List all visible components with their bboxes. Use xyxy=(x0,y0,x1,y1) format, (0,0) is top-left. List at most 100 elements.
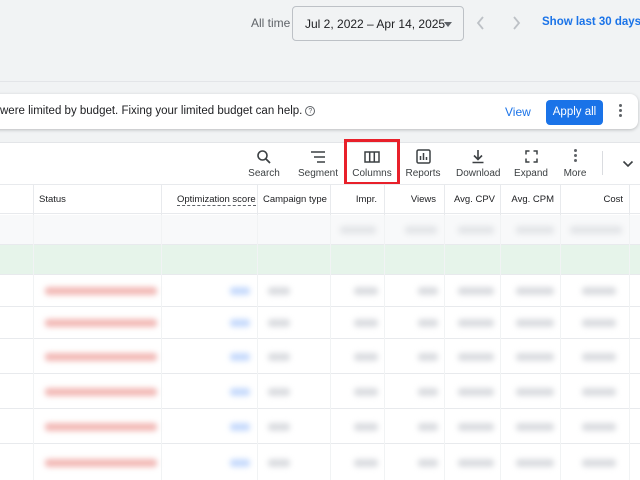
blurred-metric-value xyxy=(354,423,378,431)
cell-divider xyxy=(161,339,162,374)
table-row[interactable] xyxy=(0,409,640,444)
cell-divider xyxy=(500,339,501,374)
cell-divider xyxy=(161,409,162,444)
cell-divider xyxy=(330,409,331,444)
table-total-row[interactable] xyxy=(0,215,640,245)
reports-icon xyxy=(415,149,431,164)
cell-divider xyxy=(33,374,34,409)
blurred-metric-value xyxy=(268,423,290,431)
cell-divider xyxy=(257,339,258,374)
view-button[interactable]: View xyxy=(505,105,531,119)
columns-highlight-box xyxy=(344,139,400,185)
table-row[interactable] xyxy=(0,275,640,307)
cell-divider xyxy=(33,444,34,480)
cell-divider xyxy=(161,245,162,275)
blurred-metric-value xyxy=(516,287,554,295)
cell-divider xyxy=(384,339,385,374)
header-avg-cpv[interactable]: Avg. CPV xyxy=(444,185,495,215)
cell-divider xyxy=(257,307,258,339)
segment-button[interactable]: Segment xyxy=(297,148,339,179)
blurred-metric-value xyxy=(418,388,438,396)
optimization-score-label: Optimization score xyxy=(177,194,256,206)
cell-divider xyxy=(629,245,630,275)
download-icon xyxy=(472,150,484,164)
table-row[interactable] xyxy=(0,374,640,409)
cell-divider xyxy=(444,275,445,307)
date-range-value: Jul 2, 2022 – Apr 14, 2025 xyxy=(305,16,446,31)
cell-divider xyxy=(629,307,630,339)
cell-divider xyxy=(330,374,331,409)
blurred-metric-value xyxy=(582,423,616,431)
cell-divider xyxy=(384,374,385,409)
blurred-metric-value xyxy=(418,459,438,467)
table-row[interactable] xyxy=(0,339,640,374)
more-button[interactable]: More xyxy=(562,148,588,179)
cell-divider xyxy=(444,409,445,444)
chevron-left-icon[interactable] xyxy=(474,14,488,32)
blurred-metric-value xyxy=(268,388,290,396)
blurred-total-value xyxy=(458,226,494,234)
table-row[interactable] xyxy=(0,444,640,480)
blurred-metric-value xyxy=(458,423,494,431)
blurred-status-value xyxy=(45,423,157,431)
blurred-metric-value xyxy=(354,353,378,361)
blurred-metric-value xyxy=(418,287,438,295)
blurred-metric-value xyxy=(516,459,554,467)
cell-divider xyxy=(33,245,34,275)
header-avg-cpm[interactable]: Avg. CPM xyxy=(500,185,554,215)
cell-divider xyxy=(257,275,258,307)
download-button[interactable]: Download xyxy=(456,148,500,179)
cell-divider xyxy=(444,245,445,275)
header-optimization-score[interactable]: Optimization score xyxy=(177,185,256,215)
cell-divider xyxy=(161,374,162,409)
chevron-down-icon[interactable] xyxy=(622,157,634,169)
header-cost[interactable]: Cost xyxy=(564,185,623,215)
help-circle-icon[interactable]: ? xyxy=(305,106,316,116)
blurred-metric-value xyxy=(458,388,494,396)
blurred-optimization-score xyxy=(230,353,250,361)
cell-divider xyxy=(33,339,34,374)
cell-divider xyxy=(384,215,385,245)
blurred-metric-value xyxy=(268,459,290,467)
blurred-metric-value xyxy=(516,423,554,431)
reports-label: Reports xyxy=(405,168,441,179)
table-row[interactable] xyxy=(0,245,640,275)
cell-divider xyxy=(500,409,501,444)
header-views[interactable]: Views xyxy=(384,185,436,215)
column-divider xyxy=(629,184,630,215)
cell-divider xyxy=(560,307,561,339)
cell-divider xyxy=(560,215,561,245)
cell-divider xyxy=(629,409,630,444)
blurred-status-value xyxy=(45,353,157,361)
show-last-30-days-link[interactable]: Show last 30 days xyxy=(542,16,640,28)
column-divider xyxy=(257,184,258,215)
header-impr[interactable]: Impr. xyxy=(330,185,377,215)
table-row[interactable] xyxy=(0,307,640,339)
cell-divider xyxy=(500,307,501,339)
blurred-metric-value xyxy=(516,319,554,327)
reports-button[interactable]: Reports xyxy=(405,148,441,179)
cell-divider xyxy=(500,444,501,480)
blurred-metric-value xyxy=(582,459,616,467)
date-range-picker[interactable]: Jul 2, 2022 – Apr 14, 2025 xyxy=(292,6,464,41)
blurred-metric-value xyxy=(418,353,438,361)
cell-divider xyxy=(444,339,445,374)
cell-divider xyxy=(629,339,630,374)
blurred-metric-value xyxy=(354,319,378,327)
chevron-right-icon[interactable] xyxy=(509,14,523,32)
search-icon xyxy=(257,149,271,164)
apply-all-button[interactable]: Apply all xyxy=(546,100,603,125)
cell-divider xyxy=(560,409,561,444)
banner-message: were limited by budget. Fixing your limi… xyxy=(0,105,316,117)
cell-divider xyxy=(444,307,445,339)
cell-divider xyxy=(560,275,561,307)
header-campaign-type[interactable]: Campaign type xyxy=(263,185,327,215)
cell-divider xyxy=(330,444,331,480)
header-status[interactable]: Status xyxy=(39,185,66,215)
more-vert-icon[interactable] xyxy=(618,104,622,120)
cell-divider xyxy=(257,409,258,444)
column-divider xyxy=(161,184,162,215)
search-button[interactable]: Search xyxy=(248,148,280,179)
date-range-label: All time xyxy=(251,16,291,30)
expand-button[interactable]: Expand xyxy=(514,148,548,179)
